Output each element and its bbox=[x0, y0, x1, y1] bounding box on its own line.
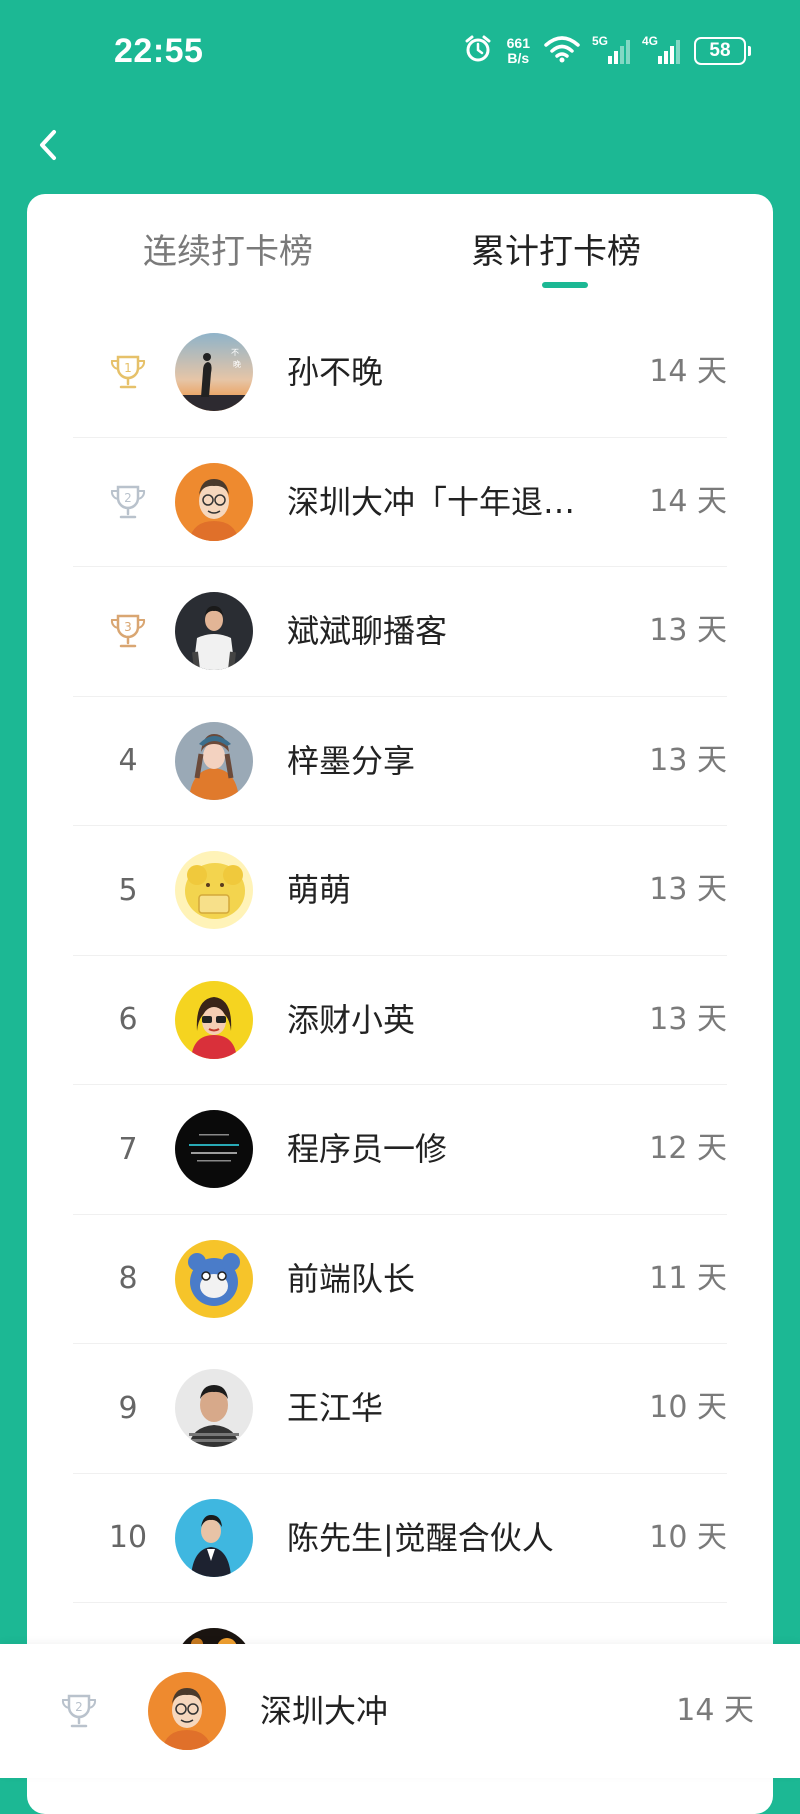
rank-badge: 3 bbox=[73, 567, 183, 695]
rank-number: 4 bbox=[118, 743, 138, 778]
user-name: 王江华 bbox=[287, 1389, 384, 1427]
signal-4g-label: 4G bbox=[642, 34, 659, 48]
wifi-icon bbox=[544, 35, 580, 67]
avatar bbox=[175, 462, 253, 541]
trophy-silver-icon: 2 bbox=[110, 485, 146, 518]
avatar bbox=[175, 592, 253, 670]
trophy-silver-icon: 2 bbox=[61, 1694, 97, 1728]
active-tab-indicator bbox=[542, 282, 588, 288]
back-button[interactable] bbox=[30, 120, 70, 170]
signal-4g-icon: 4G bbox=[642, 34, 680, 64]
signal-5g-label: 5G bbox=[592, 34, 609, 48]
net-speed: 661 B/s bbox=[507, 36, 530, 66]
svg-text:不: 不 bbox=[231, 348, 239, 357]
net-speed-unit: B/s bbox=[507, 50, 530, 66]
rank-number: 10 bbox=[108, 1520, 148, 1555]
leaderboard-card: 连续打卡榜 累计打卡榜 1 不 晚 孙不晚 14 天 2 深圳大冲「十年退… 1… bbox=[27, 194, 773, 1814]
avatar bbox=[175, 980, 253, 1059]
list-item[interactable]: 8 前端队长 11 天 bbox=[73, 1215, 727, 1344]
user-name: 添财小英 bbox=[287, 1000, 416, 1039]
day-count: 14 天 bbox=[676, 1693, 754, 1728]
list-item[interactable]: 4 梓墨分享 13 天 bbox=[73, 697, 727, 826]
day-count: 10 天 bbox=[649, 1390, 727, 1425]
list-item[interactable]: 1 不 晚 孙不晚 14 天 bbox=[73, 308, 727, 438]
tab-cumulative[interactable]: 累计打卡榜 bbox=[471, 224, 641, 273]
net-speed-value: 661 bbox=[506, 35, 530, 51]
svg-text:晚: 晚 bbox=[233, 359, 241, 369]
chevron-left-icon bbox=[40, 130, 56, 160]
day-count: 13 天 bbox=[649, 1001, 727, 1037]
rank-number: 5 bbox=[118, 872, 138, 908]
avatar bbox=[175, 851, 253, 929]
trophy-bronze-icon: 3 bbox=[110, 614, 146, 648]
user-name: 斌斌聊播客 bbox=[287, 612, 448, 650]
user-name: 程序员一修 bbox=[287, 1130, 448, 1168]
user-name: 深圳大冲「十年退… bbox=[287, 482, 576, 521]
user-name: 深圳大冲 bbox=[260, 1692, 389, 1730]
tab-bar: 连续打卡榜 累计打卡榜 bbox=[27, 194, 773, 294]
svg-text:2: 2 bbox=[124, 491, 132, 505]
day-count: 13 天 bbox=[649, 613, 727, 648]
list-item[interactable]: 10 陈先生|觉醒合伙人 10 天 bbox=[73, 1474, 727, 1603]
rank-number: 8 bbox=[118, 1261, 138, 1296]
avatar bbox=[175, 1369, 253, 1447]
list-item[interactable]: 9 王江华 10 天 bbox=[73, 1344, 727, 1474]
signal-5g-icon: 5G bbox=[592, 34, 630, 64]
avatar bbox=[175, 1498, 253, 1577]
avatar bbox=[175, 1110, 253, 1188]
avatar: 不 晚 bbox=[175, 333, 253, 411]
day-count: 13 天 bbox=[649, 742, 727, 778]
user-name: 孙不晚 bbox=[287, 353, 384, 391]
svg-text:1: 1 bbox=[124, 361, 132, 375]
status-bar: 22:55 661 B/s 5G 4G 58 bbox=[0, 0, 800, 100]
status-time: 22:55 bbox=[114, 32, 204, 70]
rank-number: 7 bbox=[118, 1131, 138, 1167]
user-name: 陈先生|觉醒合伙人 bbox=[287, 1518, 554, 1557]
day-count: 10 天 bbox=[649, 1519, 727, 1555]
user-name: 前端队长 bbox=[287, 1259, 416, 1298]
rank-badge: 1 bbox=[73, 308, 183, 436]
battery-level: 58 bbox=[709, 40, 731, 61]
svg-text:2: 2 bbox=[75, 1700, 83, 1714]
user-name: 萌萌 bbox=[287, 871, 352, 909]
list-item[interactable]: 6 添财小英 13 天 bbox=[73, 956, 727, 1085]
battery-icon: 58 bbox=[694, 37, 751, 65]
rank-number: 9 bbox=[118, 1390, 138, 1426]
svg-text:3: 3 bbox=[124, 620, 132, 634]
leaderboard-list: 1 不 晚 孙不晚 14 天 2 深圳大冲「十年退… 14 天 3 斌斌聊播客 … bbox=[27, 308, 773, 1732]
rank-badge: 2 bbox=[73, 438, 183, 566]
list-item[interactable]: 5 萌萌 13 天 bbox=[73, 826, 727, 956]
user-name: 梓墨分享 bbox=[287, 741, 416, 780]
alarm-icon bbox=[463, 34, 493, 68]
day-count: 11 天 bbox=[649, 1260, 727, 1296]
avatar bbox=[148, 1672, 226, 1750]
trophy-gold-icon: 1 bbox=[110, 355, 146, 389]
list-item[interactable]: 3 斌斌聊播客 13 天 bbox=[73, 567, 727, 697]
list-item[interactable]: 7 程序员一修 12 天 bbox=[73, 1085, 727, 1215]
avatar bbox=[175, 1239, 253, 1318]
day-count: 13 天 bbox=[649, 872, 727, 907]
my-rank-bar[interactable]: 2 深圳大冲 14 天 bbox=[0, 1644, 800, 1778]
day-count: 14 天 bbox=[649, 354, 727, 389]
list-item[interactable]: 2 深圳大冲「十年退… 14 天 bbox=[73, 438, 727, 567]
tab-consecutive[interactable]: 连续打卡榜 bbox=[143, 224, 313, 273]
rank-number: 6 bbox=[118, 1002, 138, 1037]
day-count: 12 天 bbox=[649, 1131, 727, 1166]
day-count: 14 天 bbox=[649, 483, 727, 519]
avatar bbox=[175, 721, 253, 800]
rank-badge: 2 bbox=[24, 1644, 134, 1778]
